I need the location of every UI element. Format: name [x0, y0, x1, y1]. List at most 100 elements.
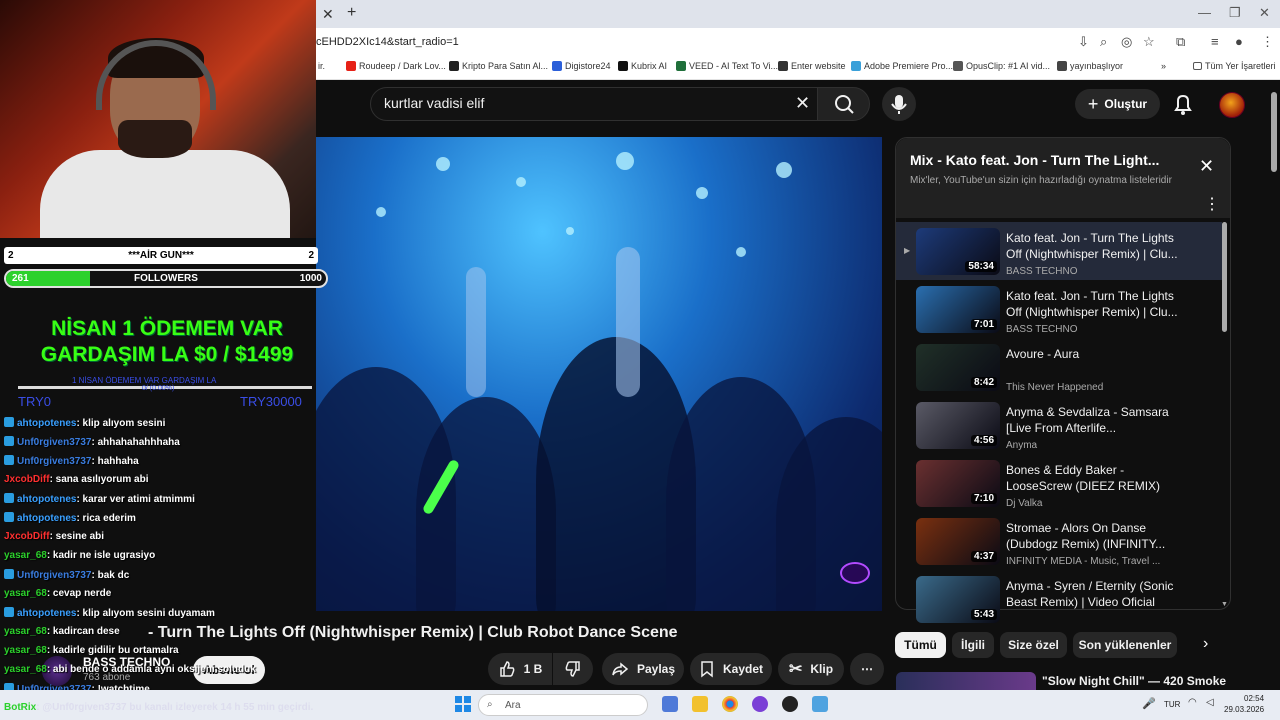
windows-start-icon[interactable] — [455, 696, 471, 712]
playlist-thumbnail[interactable]: 8:42 — [916, 344, 1000, 391]
star-icon[interactable]: ☆ — [1143, 34, 1155, 50]
bookmark-label: yayınbaşlıyor — [1070, 61, 1124, 71]
app2-icon[interactable] — [812, 696, 828, 712]
playlist-item-title[interactable]: Kato feat. Jon - Turn The Lights Off (Ni… — [1006, 230, 1181, 262]
file-explorer-icon[interactable] — [692, 696, 708, 712]
video-player[interactable] — [316, 137, 882, 611]
chip-for-you[interactable]: Size özel — [1000, 632, 1067, 658]
bookmark-item[interactable]: OpusClip: #1 AI vid... — [953, 61, 1050, 71]
minimize-icon[interactable]: — — [1198, 5, 1211, 20]
input-language[interactable]: TUR — [1164, 700, 1180, 709]
bookmark-item[interactable]: Digistore24 — [552, 61, 611, 71]
chat-username: yasar_68 — [4, 626, 47, 637]
scroll-down-icon[interactable]: ▼ — [1221, 601, 1228, 608]
playlist-item[interactable]: 5:43 Anyma - Syren / Eternity (Sonic Beas… — [896, 570, 1222, 628]
volume-icon[interactable]: ◁ — [1206, 697, 1214, 708]
recommended-thumbnail[interactable] — [896, 672, 1036, 690]
bookmark-item[interactable]: Adobe Premiere Pro... — [851, 61, 953, 71]
playlist-thumbnail[interactable]: 58:34 — [916, 228, 1000, 275]
new-tab-icon[interactable]: + — [347, 4, 356, 22]
bookmark-item[interactable]: VEED - AI Text To Vi... — [676, 61, 778, 71]
followers-goal-bar: 261 FOLLOWERS 1000 — [4, 269, 328, 288]
create-button[interactable]: + Oluştur — [1075, 89, 1160, 119]
search-icon: ⌕ — [487, 699, 493, 710]
restore-icon[interactable]: ❐ — [1229, 5, 1241, 21]
playlist-item[interactable]: 4:56 Anyma & Sevdaliza - Samsara [Live Fr… — [896, 396, 1222, 454]
install-icon[interactable]: ⇩ — [1078, 34, 1089, 50]
playlist-thumbnail[interactable]: 5:43 — [916, 576, 1000, 623]
bookmark-item[interactable]: Kubrix AI — [618, 61, 667, 71]
bookmark-item[interactable]: yayınbaşlıyor — [1057, 61, 1123, 71]
voice-search-button[interactable] — [882, 87, 916, 121]
chat-username: JxcobDiff — [4, 474, 50, 485]
clear-search-icon[interactable]: ✕ — [795, 93, 810, 114]
search-button[interactable] — [817, 87, 870, 121]
playlist-item-title[interactable]: Avoure - Aura — [1006, 346, 1181, 362]
reading-list-icon[interactable]: ≡ — [1211, 34, 1219, 49]
chat-message: yasar_68: cevap nerde — [4, 588, 111, 599]
playlist-item-title[interactable]: Anyma - Syren / Eternity (Sonic Beast Re… — [1006, 578, 1181, 610]
profile-icon[interactable]: ● — [1235, 34, 1243, 49]
playlist-item[interactable]: 7:01 Kato feat. Jon - Turn The Lights Off… — [896, 280, 1222, 338]
share-button[interactable]: Paylaş — [602, 653, 684, 685]
chevron-right-icon[interactable]: › — [1203, 635, 1208, 653]
playlist-item-channel: BASS TECHNO — [1006, 266, 1078, 277]
chip-recent[interactable]: Son yüklenenler — [1073, 632, 1177, 658]
chip-related[interactable]: İlgili — [952, 632, 994, 658]
clip-button[interactable]: ✂ Klip — [778, 653, 844, 685]
playlist-item-title[interactable]: Bones & Eddy Baker - LooseScrew (DIEEZ R… — [1006, 462, 1181, 494]
like-button[interactable]: 1 B — [488, 653, 552, 685]
bookmark-item[interactable]: Roudeep / Dark Lov... — [346, 61, 446, 71]
url-field[interactable]: cEHDD2XIc14&start_radio=1 — [316, 36, 459, 48]
playlist-item-title[interactable]: Anyma & Sevdaliza - Samsara [Live From A… — [1006, 404, 1181, 436]
chat-text: : sana asılıyorum abi — [49, 474, 149, 485]
playlist-menu-icon[interactable]: ⋮ — [1204, 194, 1220, 214]
bookmarks-more-icon[interactable]: » — [1161, 61, 1166, 71]
tab-close-icon[interactable]: ✕ — [322, 6, 334, 23]
close-playlist-icon[interactable]: ✕ — [1199, 156, 1214, 177]
playlist-item-title[interactable]: Kato feat. Jon - Turn The Lights Off (Ni… — [1006, 288, 1181, 320]
mic-icon[interactable]: 🎤 — [1142, 697, 1156, 710]
page-scrollbar[interactable] — [1271, 92, 1277, 172]
account-avatar[interactable] — [1219, 92, 1245, 118]
playlist-item[interactable]: ▶ 58:34 Kato feat. Jon - Turn The Lights O… — [896, 222, 1222, 280]
playlist-item-title[interactable]: Stromae - Alors On Danse (Dubdogz Remix)… — [1006, 520, 1181, 552]
playlist-item[interactable]: 4:37 Stromae - Alors On Danse (Dubdogz Re… — [896, 512, 1222, 570]
menu-dots-icon[interactable]: ⋮ — [1261, 34, 1274, 50]
more-actions-button[interactable]: ⋯ — [850, 653, 884, 685]
recommended-title[interactable]: "Slow Night Chill" — 420 Smoke — [1042, 674, 1226, 688]
channel-watermark-icon[interactable] — [840, 562, 870, 584]
app-icon[interactable] — [752, 696, 768, 712]
zoom-icon[interactable]: ⌕ — [1100, 34, 1107, 50]
extensions-icon[interactable]: ⧉ — [1176, 34, 1185, 50]
bookmark-item[interactable]: Kripto Para Satın Al... — [449, 61, 548, 71]
playlist-title[interactable]: Mix - Kato feat. Jon - Turn The Light... — [910, 152, 1190, 168]
dislike-button[interactable] — [553, 653, 593, 685]
copilot-icon[interactable] — [662, 696, 678, 712]
playlist-thumbnail[interactable]: 4:37 — [916, 518, 1000, 565]
playlist-item[interactable]: 7:10 Bones & Eddy Baker - LooseScrew (DIE… — [896, 454, 1222, 512]
chip-all[interactable]: Tümü — [895, 632, 946, 658]
wifi-icon[interactable]: ◠ — [1188, 697, 1197, 708]
obs-icon[interactable] — [782, 696, 798, 712]
save-button[interactable]: Kaydet — [690, 653, 772, 685]
playlist-scrollbar[interactable] — [1222, 222, 1227, 332]
playlist-item[interactable]: 8:42 Avoure - Aura This Never Happened — [896, 338, 1222, 396]
eye-off-icon[interactable]: ◎ — [1121, 34, 1132, 50]
playlist-item-channel: INFINITY MEDIA - Music, Travel ... — [1006, 556, 1161, 567]
playlist-thumbnail[interactable]: 4:56 — [916, 402, 1000, 449]
search-query[interactable]: kurtlar vadisi elif — [384, 95, 484, 111]
notifications-button[interactable] — [1172, 92, 1194, 121]
taskbar-clock[interactable]: 02:54 29.03.2026 — [1224, 693, 1264, 715]
chrome-icon[interactable] — [722, 696, 738, 712]
scroll-up-icon[interactable]: ▲ — [1221, 223, 1228, 230]
all-bookmarks-folder[interactable]: Tüm Yer İşaretleri — [1193, 61, 1276, 71]
playlist-thumbnail[interactable]: 7:01 — [916, 286, 1000, 333]
bookmark-item[interactable]: ir. — [318, 61, 325, 71]
bookmark-item[interactable]: Enter website — [778, 61, 846, 71]
window-close-icon[interactable]: ✕ — [1259, 5, 1270, 21]
playlist-thumbnail[interactable]: 7:10 — [916, 460, 1000, 507]
goal-bar: 2 ***AİR GUN*** 2 — [4, 247, 318, 264]
search-icon — [835, 95, 854, 114]
taskbar-search[interactable]: ⌕ Ara — [478, 694, 648, 716]
